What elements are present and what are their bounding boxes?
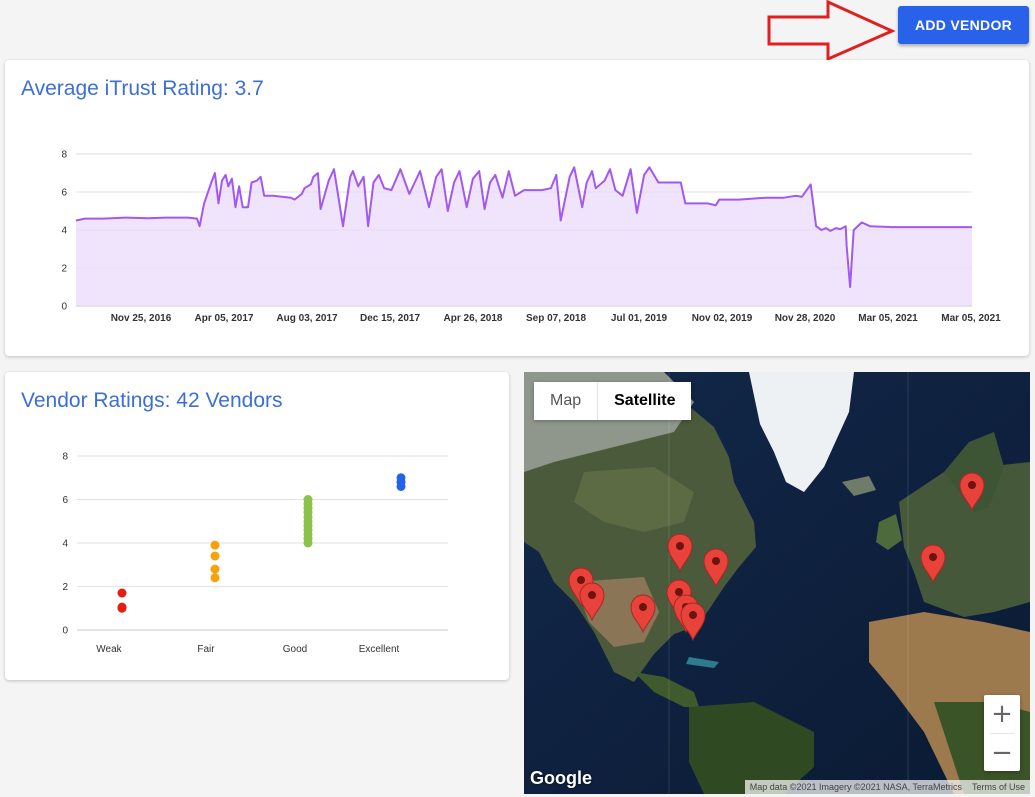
- trend-x-tick-label: Dec 15, 2017: [360, 313, 420, 324]
- average-rating-card: Average iTrust Rating: 3.7 0 2 4 6 8 Nov 25, …: [5, 60, 1029, 356]
- vendor-location-map[interactable]: Map Satellite + − Google Map data ©2021 …: [524, 372, 1030, 794]
- ratings-category-label: Weak: [96, 644, 122, 655]
- ratings-y-tick-label: 6: [62, 495, 68, 506]
- map-attribution-text: Map data ©2021 Imagery ©2021 NASA, Terra…: [749, 782, 962, 792]
- trend-x-tick-label: Nov 02, 2019: [692, 313, 753, 324]
- vendor-ratings-scatter: 0 2 4 6 8 Weak Fair Good Excellent: [62, 452, 448, 655]
- ratings-category-label: Fair: [197, 644, 215, 655]
- trend-x-tick-label: Nov 28, 2020: [775, 313, 836, 324]
- ratings-point[interactable]: [117, 588, 127, 598]
- map-pin-dot: [639, 603, 647, 611]
- map-attribution: Map data ©2021 Imagery ©2021 NASA, Terra…: [744, 780, 1030, 794]
- map-type-map-button[interactable]: Map: [534, 382, 598, 420]
- trend-y-tick-label: 0: [61, 302, 67, 313]
- map-pin-dot: [968, 481, 976, 489]
- ratings-point[interactable]: [303, 538, 313, 548]
- trend-y-tick-label: 6: [61, 188, 67, 199]
- trend-x-tick-label: Apr 05, 2017: [195, 313, 254, 324]
- map-pin-dot: [676, 542, 684, 550]
- ratings-point[interactable]: [210, 573, 220, 583]
- ratings-y-tick-label: 0: [62, 626, 68, 637]
- map-type-satellite-button[interactable]: Satellite: [597, 382, 692, 420]
- zoom-control: + −: [984, 695, 1020, 771]
- trend-x-tick-label: Nov 25, 2016: [111, 313, 172, 324]
- map-pin-dot: [577, 576, 585, 584]
- satellite-map-imagery[interactable]: [524, 372, 1030, 794]
- google-logo[interactable]: Google: [530, 768, 592, 789]
- zoom-out-button[interactable]: −: [984, 734, 1020, 772]
- ratings-category-label: Good: [283, 644, 307, 655]
- map-pin-dot: [675, 588, 683, 596]
- trend-x-tick-label: Mar 05, 2021: [941, 313, 1001, 324]
- ratings-point[interactable]: [210, 564, 220, 574]
- map-pin-dot: [712, 557, 720, 565]
- trend-x-tick-label: Jul 01, 2019: [611, 313, 668, 324]
- terms-of-use-link[interactable]: Terms of Use: [967, 782, 1030, 792]
- add-vendor-button[interactable]: ADD VENDOR: [898, 6, 1029, 44]
- trend-x-tick-label: Mar 05, 2021: [858, 313, 918, 324]
- ratings-point[interactable]: [210, 551, 220, 561]
- trend-y-tick-label: 8: [61, 150, 67, 161]
- map-pin-dot: [588, 591, 596, 599]
- ratings-y-tick-label: 8: [62, 452, 68, 463]
- trend-x-tick-label: Sep 07, 2018: [526, 313, 586, 324]
- map-pin-dot: [929, 553, 937, 561]
- ratings-point[interactable]: [210, 540, 220, 550]
- zoom-in-button[interactable]: +: [984, 695, 1020, 733]
- trend-x-tick-label: Aug 03, 2017: [276, 313, 338, 324]
- trend-x-tick-label: Apr 26, 2018: [444, 313, 503, 324]
- ratings-category-label: Excellent: [359, 644, 400, 655]
- vendor-ratings-card: Vendor Ratings: 42 Vendors 0 2 4 6 8 Weak Fair…: [5, 372, 509, 680]
- ratings-point[interactable]: [396, 481, 406, 491]
- ratings-y-tick-label: 4: [62, 539, 68, 550]
- map-pin-dot: [689, 611, 697, 619]
- rating-trend-chart: 0 2 4 6 8 Nov 25, 2016 Apr 05, 2017 Aug 03, 201…: [61, 150, 1001, 325]
- map-type-control: Map Satellite: [534, 382, 692, 420]
- ratings-point[interactable]: [117, 602, 127, 612]
- red-arrow-annotation: [767, 0, 896, 62]
- trend-y-tick-label: 4: [61, 226, 67, 237]
- trend-y-tick-label: 2: [61, 264, 67, 275]
- ratings-y-tick-label: 2: [62, 582, 68, 593]
